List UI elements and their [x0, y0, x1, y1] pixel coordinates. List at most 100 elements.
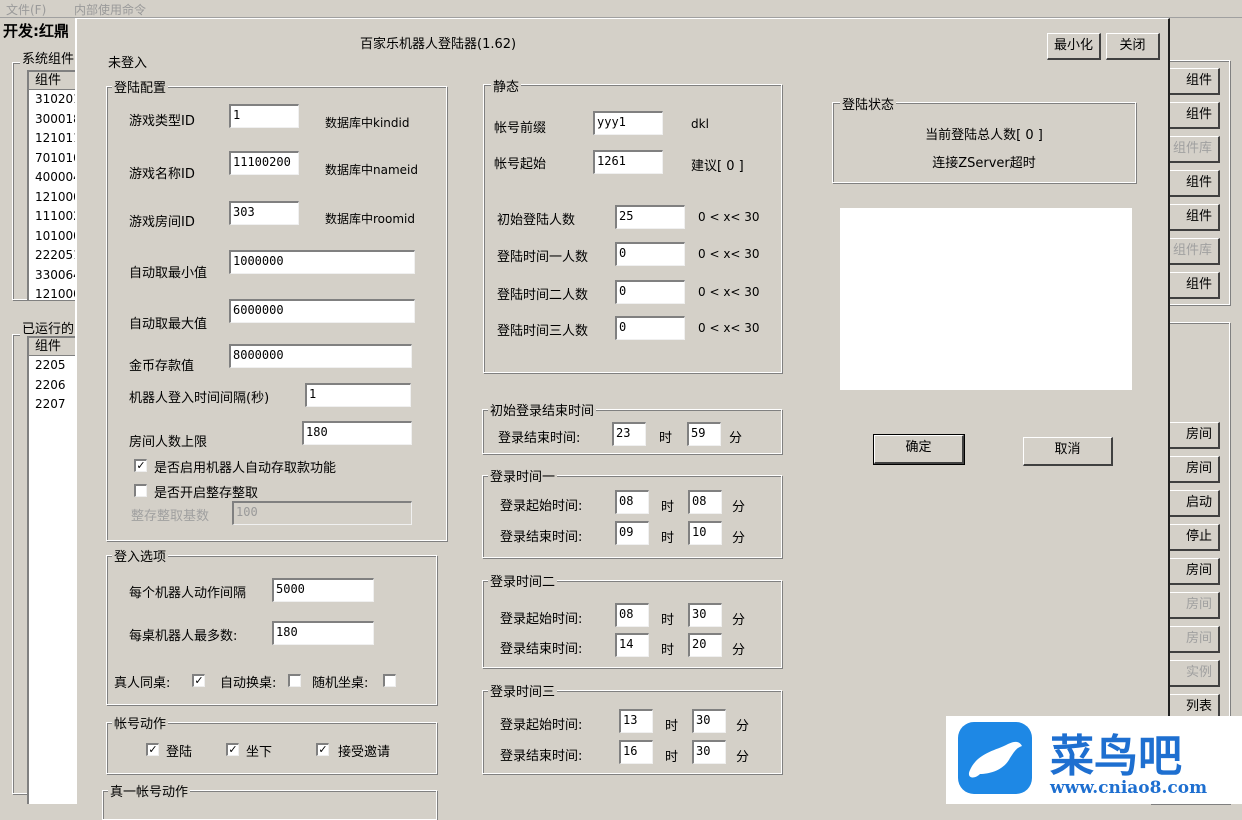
- initial-end-hour-input[interactable]: 23: [612, 422, 646, 446]
- end-hour-input[interactable]: 09: [615, 521, 649, 545]
- login-status-title: 登陆状态: [840, 94, 897, 113]
- game-name-note: 数据库中nameid: [325, 163, 418, 177]
- game-room-input[interactable]: 303: [229, 201, 299, 225]
- total-online-text: 当前登陆总人数[ 0 ]: [925, 128, 1043, 143]
- initial-end-minute-input[interactable]: 59: [687, 422, 721, 446]
- game-room-note: 数据库中roomid: [325, 212, 415, 226]
- login-action-label: 登陆: [166, 745, 193, 760]
- close-button[interactable]: 关闭: [1106, 33, 1160, 60]
- hour-unit: 时: [661, 531, 675, 546]
- prefix-label: 帐号前缀: [494, 121, 547, 136]
- start-minute-input[interactable]: 08: [688, 490, 722, 514]
- game-name-label: 游戏名称ID: [129, 167, 195, 182]
- minute-unit: 分: [729, 431, 743, 446]
- count-range: 0 < x< 30: [698, 247, 760, 261]
- real-same-table-label: 真人同桌:: [114, 676, 171, 691]
- lump-base-input[interactable]: 100: [232, 501, 412, 525]
- brand-name: 菜鸟吧: [1050, 731, 1182, 782]
- hour-unit: 时: [659, 431, 673, 446]
- action-interval-input[interactable]: 5000: [272, 578, 374, 602]
- minute-unit: 分: [732, 643, 746, 658]
- auto-bank-label: 是否启用机器人自动存取款功能: [154, 461, 337, 476]
- minute-unit: 分: [732, 500, 746, 515]
- count-range: 0 < x< 30: [698, 210, 760, 224]
- game-room-label: 游戏房间ID: [129, 215, 195, 230]
- max-per-table-label: 每桌机器人最多数:: [129, 629, 238, 644]
- minimize-button[interactable]: 最小化: [1047, 33, 1101, 60]
- interval-input[interactable]: 1: [305, 383, 411, 407]
- count-input[interactable]: 25: [615, 205, 685, 229]
- count-range: 0 < x< 30: [698, 285, 760, 299]
- cancel-button[interactable]: 取消: [1023, 437, 1113, 466]
- ok-button[interactable]: 确定: [873, 434, 965, 465]
- brand-url: www.cniao8.com: [1050, 778, 1208, 798]
- start-minute-input[interactable]: 30: [692, 709, 726, 733]
- dialog-title: 百家乐机器人登陆器(1.62): [360, 37, 517, 52]
- count-input[interactable]: 0: [615, 242, 685, 266]
- sit-checkbox[interactable]: ✓: [226, 743, 239, 756]
- end-time-label: 登录结束时间:: [500, 749, 583, 764]
- start-hour-input[interactable]: 08: [615, 490, 649, 514]
- initial-end-title: 初始登录结束时间: [488, 400, 597, 419]
- minute-unit: 分: [732, 613, 746, 628]
- login-options-title: 登入选项: [112, 546, 169, 565]
- login-period-title: 登录时间三: [488, 681, 558, 700]
- deposit-input[interactable]: 8000000: [229, 344, 412, 368]
- hour-unit: 时: [665, 750, 679, 765]
- start-input[interactable]: 1261: [593, 150, 663, 174]
- room-limit-label: 房间人数上限: [129, 435, 208, 450]
- end-minute-input[interactable]: 20: [688, 633, 722, 657]
- count-label: 登陆时间二人数: [497, 288, 589, 303]
- hour-unit: 时: [661, 643, 675, 658]
- end-hour-input[interactable]: 14: [615, 633, 649, 657]
- start-label: 帐号起始: [494, 157, 547, 172]
- real-same-table-checkbox[interactable]: ✓: [192, 674, 205, 687]
- start-time-label: 登录起始时间:: [500, 718, 583, 733]
- login-action-checkbox[interactable]: ✓: [146, 743, 159, 756]
- real-account-action-title: 真一帐号动作: [108, 781, 191, 800]
- robot-login-dialog: 百家乐机器人登陆器(1.62) 未登入 最小化 关闭 登陆配置 游戏类型ID 1…: [75, 18, 1170, 820]
- auto-max-input[interactable]: 6000000: [229, 299, 415, 323]
- game-type-note: 数据库中kindid: [325, 116, 410, 130]
- minute-unit: 分: [736, 750, 750, 765]
- initial-end-label: 登录结束时间:: [498, 431, 581, 446]
- login-status-text: 未登入: [108, 56, 148, 71]
- count-input[interactable]: 0: [615, 280, 685, 304]
- count-label: 登陆时间三人数: [497, 324, 589, 339]
- account-action-title: 帐号动作: [112, 713, 169, 732]
- prefix-note: dkl: [691, 117, 709, 131]
- bird-logo-icon: [958, 722, 1032, 794]
- hour-unit: 时: [661, 613, 675, 628]
- game-type-input[interactable]: 1: [229, 104, 299, 128]
- auto-change-label: 自动换桌:: [220, 676, 277, 691]
- count-input[interactable]: 0: [615, 316, 685, 340]
- lump-checkbox[interactable]: [134, 484, 147, 497]
- game-type-label: 游戏类型ID: [129, 114, 195, 129]
- end-minute-input[interactable]: 30: [692, 740, 726, 764]
- auto-change-checkbox[interactable]: [288, 674, 301, 687]
- count-label: 登陆时间一人数: [497, 250, 589, 265]
- max-per-table-input[interactable]: 180: [272, 621, 374, 645]
- login-config-title: 登陆配置: [112, 77, 169, 96]
- auto-bank-checkbox[interactable]: ✓: [134, 459, 147, 472]
- end-time-label: 登录结束时间:: [500, 642, 583, 657]
- minute-unit: 分: [732, 531, 746, 546]
- sit-label: 坐下: [246, 745, 273, 760]
- start-hour-input[interactable]: 13: [619, 709, 653, 733]
- end-minute-input[interactable]: 10: [688, 521, 722, 545]
- random-seat-checkbox[interactable]: [383, 674, 396, 687]
- start-minute-input[interactable]: 30: [688, 603, 722, 627]
- accept-invite-checkbox[interactable]: ✓: [316, 743, 329, 756]
- start-hour-input[interactable]: 08: [615, 603, 649, 627]
- prefix-input[interactable]: yyy1: [593, 111, 663, 135]
- log-area[interactable]: [840, 208, 1132, 390]
- action-interval-label: 每个机器人动作间隔: [129, 586, 247, 601]
- auto-max-label: 自动取最大值: [129, 317, 208, 332]
- room-limit-input[interactable]: 180: [302, 421, 412, 445]
- deposit-label: 金币存款值: [129, 359, 195, 374]
- auto-min-input[interactable]: 1000000: [229, 250, 415, 274]
- game-name-input[interactable]: 11100200: [229, 151, 299, 175]
- minute-unit: 分: [736, 719, 750, 734]
- watermark: 菜鸟吧 www.cniao8.com: [946, 716, 1242, 804]
- end-hour-input[interactable]: 16: [619, 740, 653, 764]
